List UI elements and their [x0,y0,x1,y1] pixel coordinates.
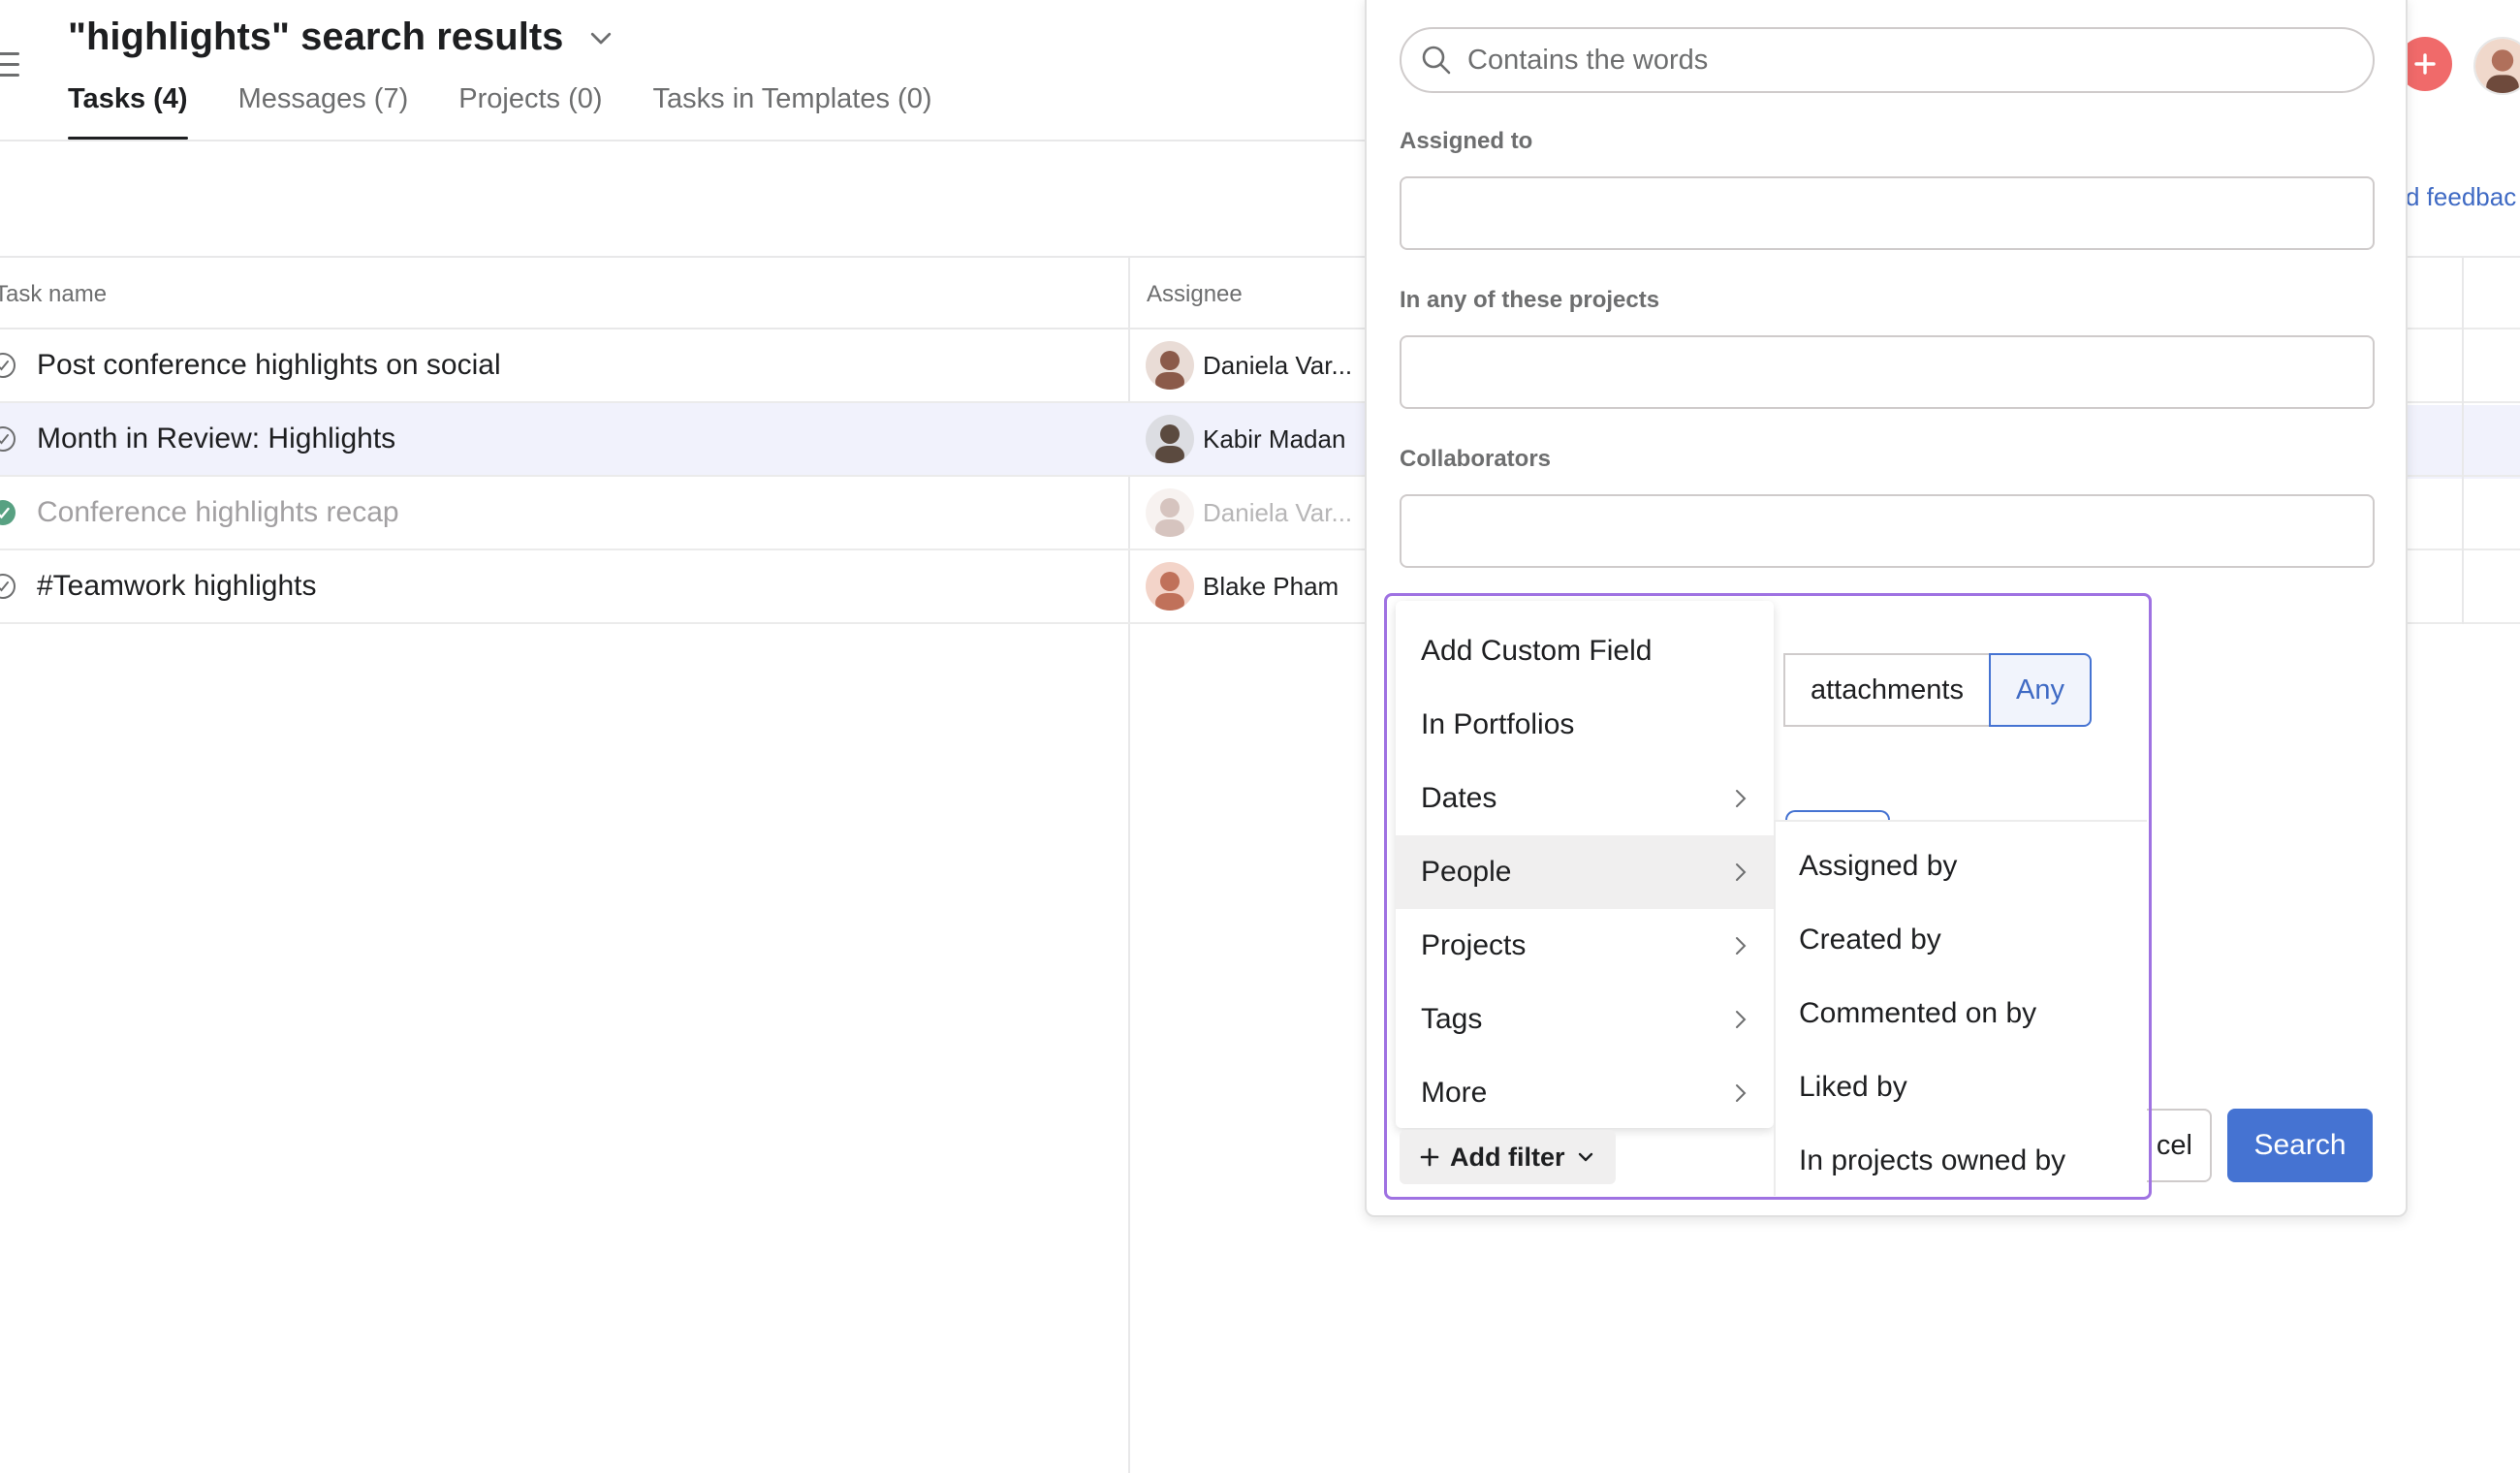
submenu-item-created-by[interactable]: Created by [1776,903,2147,977]
menu-item-dates[interactable]: Dates [1396,762,1774,835]
chevron-right-icon [1736,1011,1747,1028]
menu-item-label: In Portfolios [1421,708,1575,740]
menu-item-label: Tags [1421,1003,1483,1035]
chevron-right-icon [1736,937,1747,955]
task-name[interactable]: Conference highlights recap [37,496,399,529]
people-submenu: Assigned by Created by Commented on by L… [1774,820,2147,1196]
menu-item-tags[interactable]: Tags [1396,983,1774,1056]
submenu-item-commented-on-by[interactable]: Commented on by [1776,977,2147,1050]
task-name[interactable]: Month in Review: Highlights [37,423,395,455]
results-tabs: Tasks (4) Messages (7) Projects (0) Task… [68,83,931,141]
tab-projects[interactable]: Projects (0) [458,83,602,141]
table-row[interactable]: Month in Review: Highlights Kabir Madan [0,403,1367,477]
menu-item-projects[interactable]: Projects [1396,909,1774,983]
check-circle-icon[interactable] [0,572,17,601]
assignee-name[interactable]: Blake Pham [1203,572,1339,602]
submenu-item-assigned-by[interactable]: Assigned by [1776,830,2147,903]
chevron-down-icon[interactable] [586,23,615,52]
menu-item-label: Projects [1421,929,1527,961]
collaborators-label: Collaborators [1400,446,1552,472]
task-table: Task name Assignee Post conference highl… [0,256,1367,624]
avatar[interactable] [1146,562,1194,611]
column-header-task-name[interactable]: Task name [0,281,107,308]
search-words-field[interactable] [1400,27,2375,93]
page-title-text: "highlights" search results [68,16,564,58]
assignee-name[interactable]: Daniela Var... [1203,351,1352,381]
table-header: Task name Assignee [0,256,1367,329]
plus-icon [1420,1147,1439,1167]
filter-menu: Add Custom Field In Portfolios Dates Peo… [1396,601,1774,1128]
avatar[interactable] [1146,488,1194,537]
search-icon [1422,46,1451,75]
tab-tasks-in-templates[interactable]: Tasks in Templates (0) [653,83,932,141]
check-complete-icon[interactable] [0,498,17,527]
projects-input[interactable] [1400,335,2375,409]
column-divider-right [2462,256,2464,624]
tab-tasks[interactable]: Tasks (4) [68,83,188,141]
table-row[interactable]: #Teamwork highlights Blake Pham [0,550,1367,624]
chevron-right-icon [1736,1084,1747,1102]
table-row[interactable]: Conference highlights recap Daniela Var.… [0,477,1367,550]
submenu-item-in-projects-owned-by[interactable]: In projects owned by [1776,1124,2147,1198]
check-circle-icon[interactable] [0,351,17,380]
chevron-right-icon [1736,863,1747,881]
submenu-item-liked-by[interactable]: Liked by [1776,1050,2147,1124]
search-words-input[interactable] [1467,44,2340,77]
avatar[interactable] [1146,415,1194,463]
menu-item-in-portfolios[interactable]: In Portfolios [1396,688,1774,762]
tabs-divider [0,140,1367,141]
table-row[interactable]: Post conference highlights on social Dan… [0,329,1367,403]
add-filter-button[interactable]: Add filter [1400,1130,1616,1184]
page-title: "highlights" search results [68,16,615,59]
menu-item-add-custom-field[interactable]: Add Custom Field [1396,614,1774,688]
plus-icon [2414,53,2436,75]
task-name[interactable]: #Teamwork highlights [37,570,316,603]
menu-item-label: Dates [1421,782,1497,814]
check-circle-icon[interactable] [0,424,17,454]
menu-item-more[interactable]: More [1396,1056,1774,1130]
assigned-to-label: Assigned to [1400,128,1533,154]
feedback-link[interactable]: d feedbac [2406,182,2516,212]
assigned-to-input[interactable] [1400,176,2375,250]
projects-label: In any of these projects [1400,287,1660,313]
hamburger-menu-icon[interactable] [0,52,19,78]
add-filter-label: Add filter [1450,1142,1565,1172]
menu-item-label: Add Custom Field [1421,635,1653,667]
avatar[interactable] [1146,341,1194,390]
menu-item-label: People [1421,856,1512,888]
chevron-down-icon [1578,1152,1592,1162]
assignee-name[interactable]: Daniela Var... [1203,498,1352,528]
task-name[interactable]: Post conference highlights on social [37,349,501,382]
menu-item-label: More [1421,1077,1488,1109]
user-avatar[interactable] [2473,37,2520,95]
menu-item-people[interactable]: People [1396,835,1774,909]
tab-messages[interactable]: Messages (7) [238,83,409,141]
search-button[interactable]: Search [2227,1109,2373,1182]
column-header-assignee[interactable]: Assignee [1147,281,1243,308]
assignee-name[interactable]: Kabir Madan [1203,424,1345,454]
collaborators-input[interactable] [1400,494,2375,568]
chevron-right-icon [1736,790,1747,807]
